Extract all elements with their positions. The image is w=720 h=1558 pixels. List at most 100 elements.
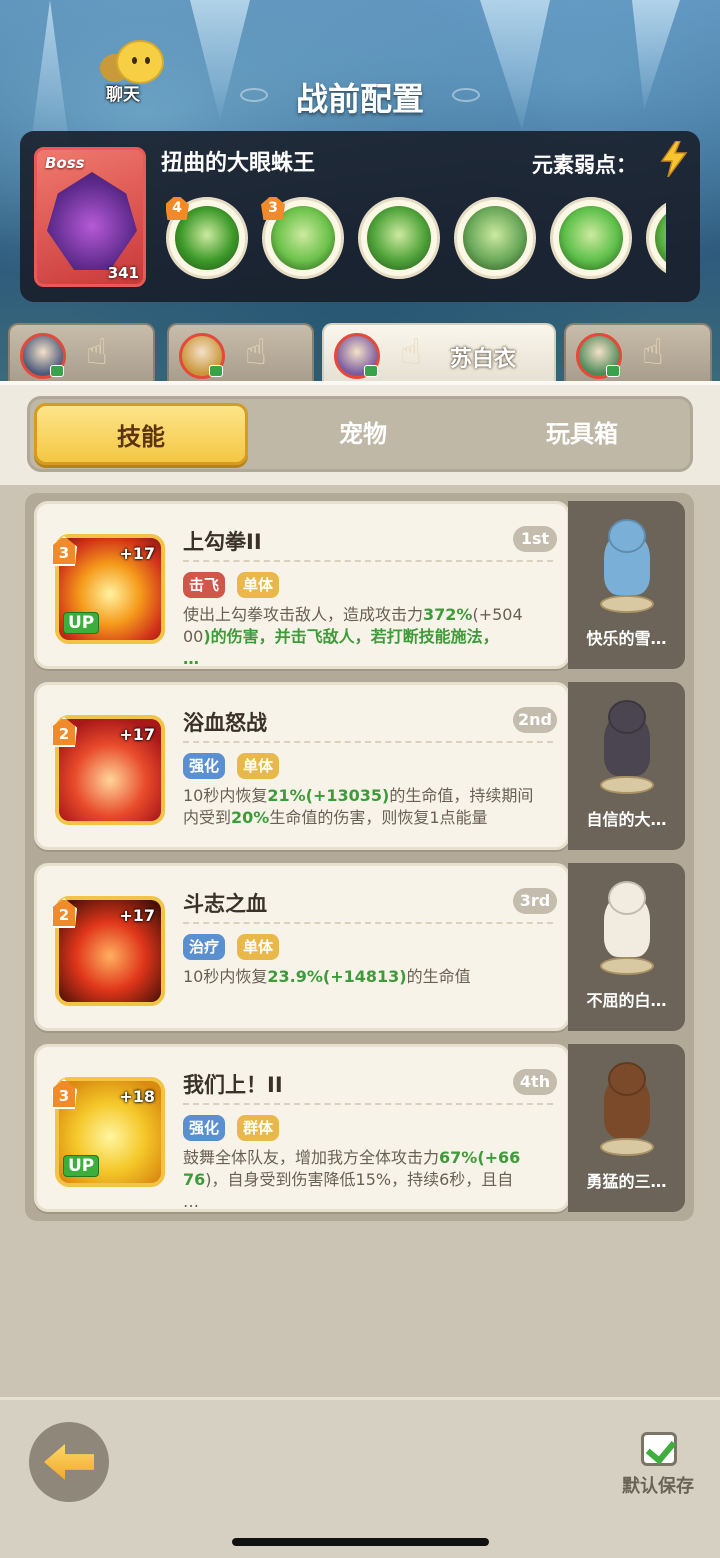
skill-card[interactable]: +17 2 浴血怒战 2nd 强化 单体 10秒内恢复21%(+13035)的生命值，持续期… <box>34 682 570 850</box>
pet-slot[interactable]: 勇猛的三… <box>568 1044 685 1212</box>
skill-tag: 单体 <box>237 753 280 779</box>
skill-bonus: +17 <box>119 725 155 744</box>
pet-name: 不屈的白… <box>586 991 667 1010</box>
pet-figure-icon <box>594 519 660 615</box>
skill-value: )的伤害，并击飞敌人，若打断技能施法， … <box>183 627 499 668</box>
pet-head <box>608 1062 646 1096</box>
lightning-icon <box>660 141 688 177</box>
divider <box>183 741 553 743</box>
equipped-check-icon <box>50 365 64 377</box>
tab-toybox[interactable]: 玩具箱 <box>474 399 690 469</box>
skill-tag: 单体 <box>237 572 280 598</box>
character-tab-4[interactable]: ☝ <box>564 323 712 382</box>
default-save-checkbox[interactable] <box>641 1432 677 1466</box>
skill-tag: 强化 <box>183 1115 226 1141</box>
skill-value: 372% <box>423 605 473 624</box>
skill-value: 21%(+13035) <box>267 786 390 805</box>
skill-name: 我们上！II <box>183 1073 283 1097</box>
tab-skills[interactable]: 技能 <box>34 403 248 465</box>
boar-icon[interactable] <box>454 197 536 279</box>
spider-web-icon[interactable]: 3 <box>261 197 344 279</box>
skill-text: 10秒内恢复 <box>183 967 268 986</box>
skill-card[interactable]: +17 2 斗志之血 3rd 治疗 单体 10秒内恢复23.9%(+14813)的生命值 <box>34 863 570 1031</box>
green-slash-icon[interactable]: 4 <box>166 197 248 279</box>
pet-head <box>608 881 646 915</box>
equipped-check-icon <box>209 365 223 377</box>
skill-card[interactable]: +17 UP 3 上勾拳II 1st 击飞 单体 使出上勾拳攻击敌人，造成攻击力372%(+5… <box>34 501 570 669</box>
skill-text: )，自身受到伤害降低15%，持续6秒，且自 … <box>183 1170 514 1211</box>
skill-text: 的生命值 <box>406 967 471 986</box>
pet-pedestal <box>600 776 654 794</box>
category-tabs: 技能 宠物 玩具箱 <box>27 396 693 472</box>
boss-badge: Boss <box>45 154 85 172</box>
skill-description: 鼓舞全体队友，增加我方全体攻击力67%(+66 76)，自身受到伤害降低15%，… <box>183 1147 563 1213</box>
equipped-check-icon <box>364 365 378 377</box>
character-tab-3[interactable]: ☝ 苏白衣 <box>322 323 556 382</box>
character-tab-1[interactable]: ☝ <box>8 323 155 382</box>
boss-spider-icon <box>47 172 137 270</box>
back-button[interactable] <box>29 1422 109 1502</box>
skill-card[interactable]: +18 UP 3 我们上！II 4th 强化 群体 鼓舞全体队友，增加我方全体攻击力67%(+… <box>34 1044 570 1212</box>
tap-hand-icon: ☝ <box>86 332 108 373</box>
skill-value: 20% <box>231 808 270 827</box>
partial-skill-icon[interactable] <box>646 197 666 279</box>
skill-description: 使出上勾拳攻击敌人，造成攻击力372%(+504 00)的伤害，并击飞敌人，若打… <box>183 604 563 670</box>
boss-skill-level: 3 <box>261 197 285 220</box>
pet-slot[interactable]: 快乐的雪… <box>568 501 685 669</box>
skill-name: 浴血怒战 <box>183 711 267 735</box>
skill-order-badge: 4th <box>513 1069 557 1095</box>
skill-order-badge: 2nd <box>513 707 557 733</box>
skill-tag: 击飞 <box>183 572 226 598</box>
boss-skill-level: 4 <box>166 197 189 220</box>
character-name: 苏白衣 <box>450 347 517 372</box>
tap-hand-icon: ☝ <box>642 332 664 373</box>
skill-list-area: +17 UP 3 上勾拳II 1st 击飞 单体 使出上勾拳攻击敌人，造成攻击力372%(+5… <box>0 485 720 1397</box>
boss-skill-art <box>655 206 666 270</box>
divider <box>183 560 553 562</box>
skill-tag: 群体 <box>237 1115 280 1141</box>
category-tab-strip: 技能 宠物 玩具箱 <box>0 381 720 485</box>
boss-skill-art <box>559 206 623 270</box>
divider <box>183 922 553 924</box>
tap-hand-icon: ☝ <box>245 332 267 373</box>
pet-slot[interactable]: 不屈的白… <box>568 863 685 1031</box>
pet-head <box>608 700 646 734</box>
boss-level: 341 <box>107 264 139 282</box>
skill-text: 10秒内恢复 <box>183 786 268 805</box>
skill-text: 鼓舞全体队友，增加我方全体攻击力 <box>183 1148 440 1167</box>
green-demon-icon[interactable] <box>358 197 440 279</box>
skill-value: 23.9%(+14813) <box>267 967 407 986</box>
character-tab-2[interactable]: ☝ <box>167 323 314 382</box>
skill-tag: 单体 <box>237 934 280 960</box>
skill-text: 生命值的伤害，则恢复1点能量 <box>269 808 488 827</box>
skill-order-badge: 3rd <box>513 888 557 914</box>
pet-head <box>608 519 646 553</box>
skill-description: 10秒内恢复23.9%(+14813)的生命值 <box>183 966 563 988</box>
skill-tag: 治疗 <box>183 934 226 960</box>
tap-hand-icon: ☝ <box>400 332 422 373</box>
home-indicator <box>232 1538 489 1546</box>
skill-bonus: +18 <box>119 1087 155 1106</box>
pet-slot[interactable]: 自信的大… <box>568 682 685 850</box>
default-save-label: 默认保存 <box>622 1476 694 1497</box>
boss-skill-list: 43 <box>166 197 666 287</box>
skill-bonus: +17 <box>119 906 155 925</box>
boss-name: 扭曲的大眼蛛王 <box>161 151 316 176</box>
battle-scene-background: 聊天 战前配置 Boss 341 扭曲的大眼蛛王 元素弱点： 43 ☝ ☝ ☝ 苏白衣… <box>0 0 720 382</box>
pet-pedestal <box>600 595 654 613</box>
boss-portrait[interactable]: Boss 341 <box>34 147 146 287</box>
tab-pets[interactable]: 宠物 <box>252 399 474 469</box>
skill-up-badge: UP <box>63 612 100 634</box>
skill-name: 斗志之血 <box>183 892 267 916</box>
skill-bonus: +17 <box>119 544 155 563</box>
element-weakness-label: 元素弱点： <box>532 153 637 177</box>
green-slime-icon[interactable] <box>550 197 632 279</box>
skill-name: 上勾拳II <box>183 530 262 554</box>
skill-description: 10秒内恢复21%(+13035)的生命值，持续期间 内受到20%生命值的伤害，… <box>183 785 563 829</box>
pet-figure-icon <box>594 1062 660 1158</box>
skill-up-badge: UP <box>63 1155 100 1177</box>
pet-name: 快乐的雪… <box>586 629 667 648</box>
pet-name: 勇猛的三… <box>586 1172 667 1191</box>
pet-pedestal <box>600 957 654 975</box>
boss-info-panel: Boss 341 扭曲的大眼蛛王 元素弱点： 43 <box>20 131 700 302</box>
